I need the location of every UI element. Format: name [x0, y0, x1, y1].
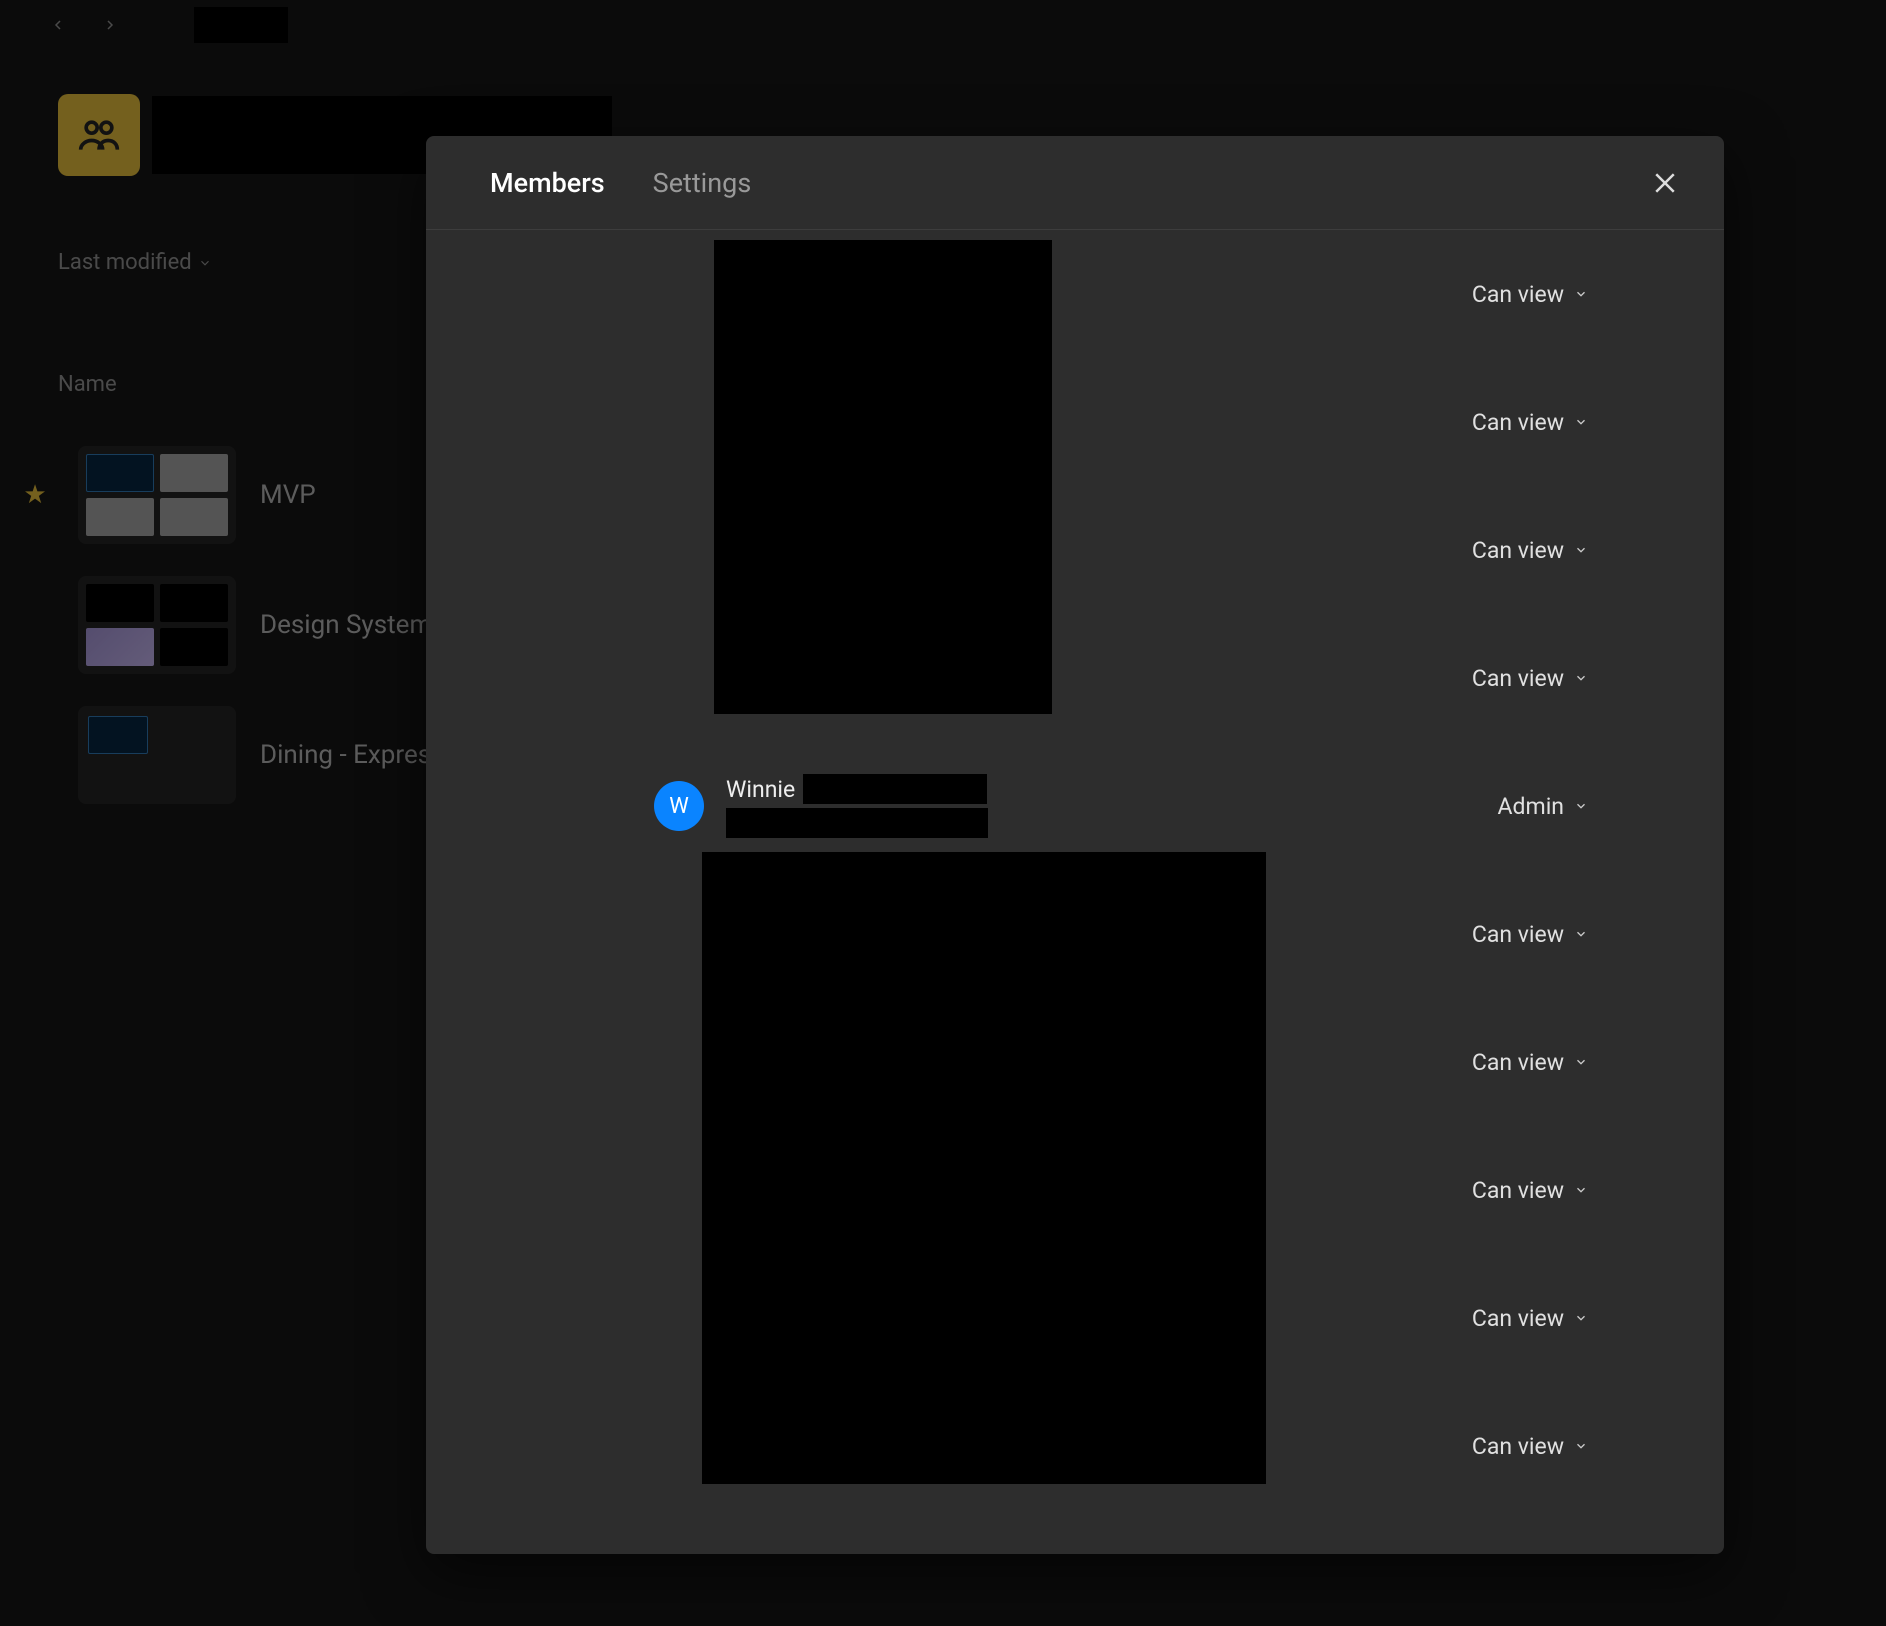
role-label: Can view	[1472, 281, 1564, 308]
role-dropdown[interactable]: Can view	[1472, 1177, 1588, 1204]
role-label: Can view	[1472, 537, 1564, 564]
member-row: Can view	[486, 998, 1664, 1126]
role-dropdown[interactable]: Can view	[1472, 1049, 1588, 1076]
member-row: Can view	[486, 614, 1664, 742]
role-label: Can view	[1472, 1433, 1564, 1460]
member-row: W Winnie Admin	[486, 742, 1664, 870]
chevron-down-icon	[1574, 287, 1588, 301]
member-row: Can view	[486, 358, 1664, 486]
avatar: W	[654, 781, 704, 831]
role-label: Can view	[1472, 409, 1564, 436]
role-dropdown[interactable]: Can view	[1472, 1433, 1588, 1460]
tab-members[interactable]: Members	[490, 167, 605, 199]
role-label: Can view	[1472, 1177, 1564, 1204]
role-label: Admin	[1498, 793, 1564, 820]
role-label: Can view	[1472, 1049, 1564, 1076]
team-settings-modal: Members Settings Can view Can view Can v…	[426, 136, 1724, 1554]
chevron-down-icon	[1574, 1183, 1588, 1197]
member-row: Can view	[486, 1126, 1664, 1254]
chevron-down-icon	[1574, 543, 1588, 557]
role-label: Can view	[1472, 1305, 1564, 1332]
role-label: Can view	[1472, 665, 1564, 692]
redacted-surname	[803, 774, 987, 804]
member-row: Can view	[486, 870, 1664, 998]
chevron-down-icon	[1574, 799, 1588, 813]
role-dropdown[interactable]: Can view	[1472, 665, 1588, 692]
role-dropdown[interactable]: Admin	[1498, 793, 1588, 820]
chevron-down-icon	[1574, 415, 1588, 429]
role-dropdown[interactable]: Can view	[1472, 921, 1588, 948]
role-dropdown[interactable]: Can view	[1472, 537, 1588, 564]
role-dropdown[interactable]: Can view	[1472, 1305, 1588, 1332]
member-row: Can view	[486, 230, 1664, 358]
chevron-down-icon	[1574, 671, 1588, 685]
redacted-email	[726, 808, 988, 838]
chevron-down-icon	[1574, 1055, 1588, 1069]
member-row: Can view	[486, 1254, 1664, 1382]
members-list: Can view Can view Can view Can view	[426, 230, 1724, 1554]
chevron-down-icon	[1574, 927, 1588, 941]
tab-settings[interactable]: Settings	[653, 167, 752, 199]
role-dropdown[interactable]: Can view	[1472, 409, 1588, 436]
member-row: Can view	[486, 486, 1664, 614]
member-name: Winnie	[726, 776, 795, 803]
role-label: Can view	[1472, 921, 1564, 948]
member-row: Can view	[486, 1382, 1664, 1510]
role-dropdown[interactable]: Can view	[1472, 281, 1588, 308]
chevron-down-icon	[1574, 1311, 1588, 1325]
member-info: Winnie	[726, 774, 988, 838]
chevron-down-icon	[1574, 1439, 1588, 1453]
close-button[interactable]	[1650, 168, 1680, 198]
modal-tabs: Members Settings	[426, 136, 1724, 230]
